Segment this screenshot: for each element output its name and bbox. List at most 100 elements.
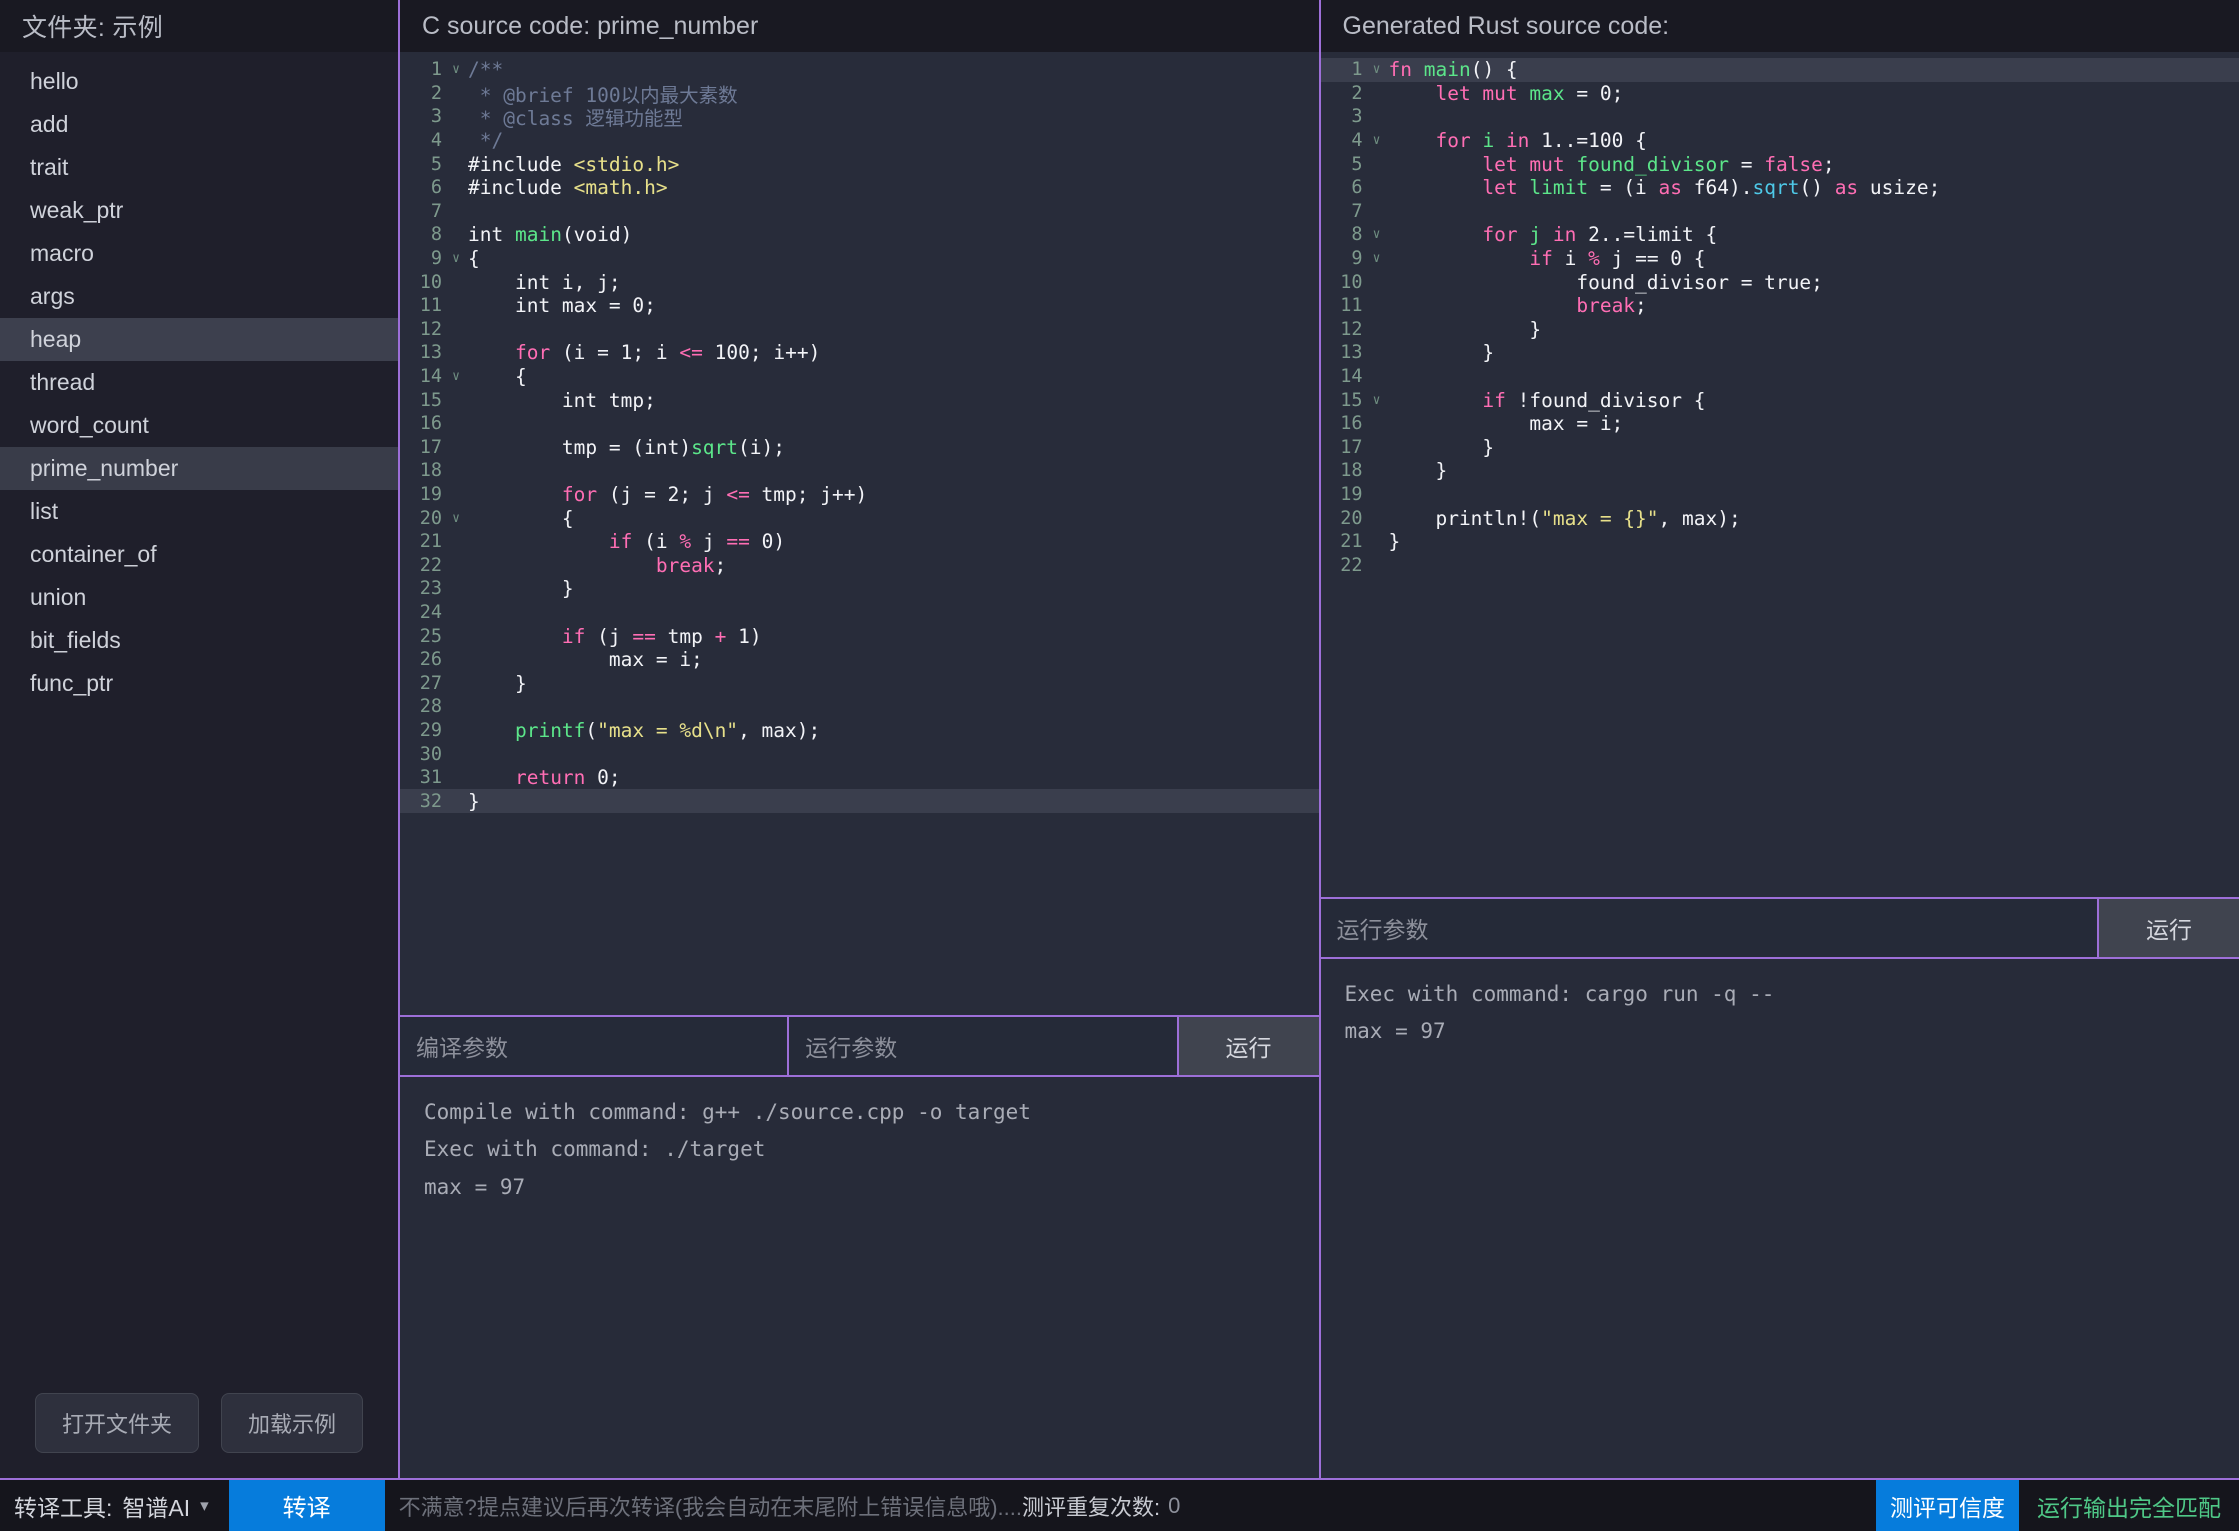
code-line[interactable]: 18: [400, 459, 1319, 483]
file-list[interactable]: hello add trait weak_ptrmacro args heap thread…: [0, 52, 398, 1368]
confidence-badge[interactable]: 测评可信度: [1876, 1480, 2019, 1531]
code-line[interactable]: 21 if (i % j == 0): [400, 530, 1319, 554]
code-line[interactable]: 3: [1321, 105, 2239, 129]
code-line[interactable]: 10 int i, j;: [400, 270, 1319, 294]
fold-chevron-icon[interactable]: ∨: [1365, 62, 1389, 77]
open-folder-button[interactable]: 打开文件夹: [34, 1393, 199, 1453]
code-line[interactable]: 4 ∨ for i in 1..=100 {: [1321, 129, 2239, 153]
file-item-prime_number[interactable]: prime_number: [0, 447, 398, 490]
code-line[interactable]: 3 * @class 逻辑功能型: [400, 105, 1319, 130]
code-line[interactable]: 7: [1321, 200, 2239, 224]
code-line[interactable]: 8 int main(void): [400, 223, 1319, 247]
c-run-button[interactable]: 运行: [1178, 1016, 1319, 1075]
code-line[interactable]: 6 #include <math.h>: [400, 176, 1319, 200]
code-line[interactable]: 30: [400, 742, 1319, 766]
code-line[interactable]: 17 }: [1321, 436, 2239, 460]
file-item-weak_ptr[interactable]: weak_ptr: [0, 189, 398, 232]
code-line[interactable]: 31 return 0;: [400, 766, 1319, 790]
code-line[interactable]: 28: [400, 695, 1319, 719]
load-example-button[interactable]: 加载示例: [221, 1393, 364, 1453]
code-line[interactable]: 16 max = i;: [1321, 412, 2239, 436]
code-line[interactable]: 24: [400, 601, 1319, 625]
code-line[interactable]: 14 ∨ {: [400, 365, 1319, 389]
code-line[interactable]: 19: [1321, 483, 2239, 507]
fold-chevron-icon[interactable]: ∨: [444, 369, 468, 384]
file-item-word_count[interactable]: word_count: [0, 404, 398, 447]
code-line[interactable]: 7: [400, 200, 1319, 224]
line-number: 9: [430, 248, 442, 270]
compile-params-input[interactable]: 编译参数: [400, 1016, 790, 1075]
code-line[interactable]: 15 int tmp;: [400, 388, 1319, 412]
code-line[interactable]: 27 }: [400, 671, 1319, 695]
code-line[interactable]: 9 ∨{: [400, 247, 1319, 271]
code-text: break;: [1576, 294, 1647, 318]
file-item-label: macro: [30, 240, 94, 266]
fold-chevron-icon[interactable]: ∨: [1365, 393, 1389, 408]
code-line[interactable]: 23 }: [400, 577, 1319, 601]
file-item-func_ptr[interactable]: func_ptr: [0, 662, 398, 705]
code-line[interactable]: 20 println!("max = {}", max);: [1321, 506, 2239, 530]
code-line[interactable]: 8 ∨ for j in 2..=limit {: [1321, 223, 2239, 247]
code-line[interactable]: 17 tmp = (int)sqrt(i);: [400, 436, 1319, 460]
code-line[interactable]: 12 }: [1321, 318, 2239, 342]
code-line[interactable]: 29 printf("max = %d\n", max);: [400, 719, 1319, 743]
code-line[interactable]: 16: [400, 412, 1319, 436]
fold-chevron-icon[interactable]: ∨: [444, 62, 468, 77]
code-line[interactable]: 18 }: [1321, 459, 2239, 483]
code-line[interactable]: 32}: [400, 789, 1319, 813]
rust-run-button[interactable]: 运行: [2099, 898, 2239, 957]
fold-chevron-icon[interactable]: ∨: [444, 251, 468, 266]
file-item-container_of[interactable]: container_of: [0, 533, 398, 576]
file-item-label: args: [30, 283, 75, 309]
code-line[interactable]: 9 ∨ if i % j == 0 {: [1321, 247, 2239, 271]
file-item-union[interactable]: union: [0, 576, 398, 619]
code-text: let limit = (i as f64).sqrt() as usize;: [1482, 176, 1941, 200]
code-line[interactable]: 26 max = i;: [400, 648, 1319, 672]
code-line[interactable]: 5 #include <stdio.h>: [400, 152, 1319, 176]
code-line[interactable]: 1 ∨ fn main() {: [1320, 58, 2239, 82]
fold-chevron-icon[interactable]: ∨: [1365, 133, 1389, 148]
code-line[interactable]: 20 ∨ {: [400, 506, 1319, 530]
file-item-add[interactable]: add: [0, 103, 398, 146]
line-number: 1: [1351, 59, 1363, 81]
file-item-args[interactable]: args: [0, 275, 398, 318]
code-line[interactable]: 5 let mut found_divisor = false;: [1321, 152, 2239, 176]
file-item-list[interactable]: list: [0, 490, 398, 533]
line-number: 15: [1340, 389, 1363, 411]
file-item-trait[interactable]: trait: [0, 146, 398, 189]
fold-chevron-icon[interactable]: ∨: [444, 511, 468, 526]
translate-tool-selector[interactable]: 转译工具: 智谱AI ▾: [0, 1480, 229, 1531]
c-run-params-input[interactable]: 运行参数: [789, 1016, 1179, 1075]
code-line[interactable]: 25 if (j == tmp + 1): [400, 624, 1319, 648]
code-line[interactable]: 19 for (j = 2; j <= tmp; j++): [400, 483, 1319, 507]
code-line[interactable]: 22 break;: [400, 553, 1319, 577]
code-line[interactable]: 10 found_divisor = true;: [1321, 270, 2239, 294]
file-item-macro[interactable]: macro: [0, 232, 398, 275]
code-line[interactable]: 11 break;: [1321, 294, 2239, 318]
file-item-thread[interactable]: thread: [0, 361, 398, 404]
rust-run-params-input[interactable]: 运行参数: [1320, 898, 2099, 957]
c-code-editor[interactable]: 1 ∨/** 2 * @brief 100以内最大素数 3 * @class 逻辑功能…: [400, 52, 1319, 1015]
code-line[interactable]: 21}: [1321, 530, 2239, 554]
code-line[interactable]: 4 */: [400, 129, 1319, 153]
fold-chevron-icon[interactable]: ∨: [1365, 227, 1389, 242]
file-item-hello[interactable]: hello: [0, 60, 398, 103]
code-line[interactable]: 6 let limit = (i as f64).sqrt() as usize…: [1321, 176, 2239, 200]
code-text: if (i % j == 0): [608, 530, 786, 554]
line-number: 5: [1351, 153, 1363, 175]
code-line[interactable]: 15 ∨ if !found_divisor {: [1321, 388, 2239, 412]
line-number: 21: [419, 531, 442, 553]
code-line[interactable]: 2 let mut max = 0;: [1321, 82, 2239, 106]
file-item-heap[interactable]: heap: [0, 318, 398, 361]
code-line[interactable]: 13 for (i = 1; i <= 100; i++): [400, 341, 1319, 365]
fold-chevron-icon[interactable]: ∨: [1365, 251, 1389, 266]
translate-button[interactable]: 转译: [228, 1480, 385, 1531]
file-item-bit_fields[interactable]: bit_fields: [0, 619, 398, 662]
code-line[interactable]: 11 int max = 0;: [400, 294, 1319, 318]
code-line[interactable]: 12: [400, 318, 1319, 342]
code-line[interactable]: 13 }: [1321, 341, 2239, 365]
rust-code-editor[interactable]: 1 ∨ fn main() {2 let mut max = 0; 3 4 ∨ for i…: [1320, 52, 2239, 897]
line-number: 2: [1351, 82, 1363, 104]
code-line[interactable]: 14: [1321, 365, 2239, 389]
code-line[interactable]: 22: [1321, 553, 2239, 577]
